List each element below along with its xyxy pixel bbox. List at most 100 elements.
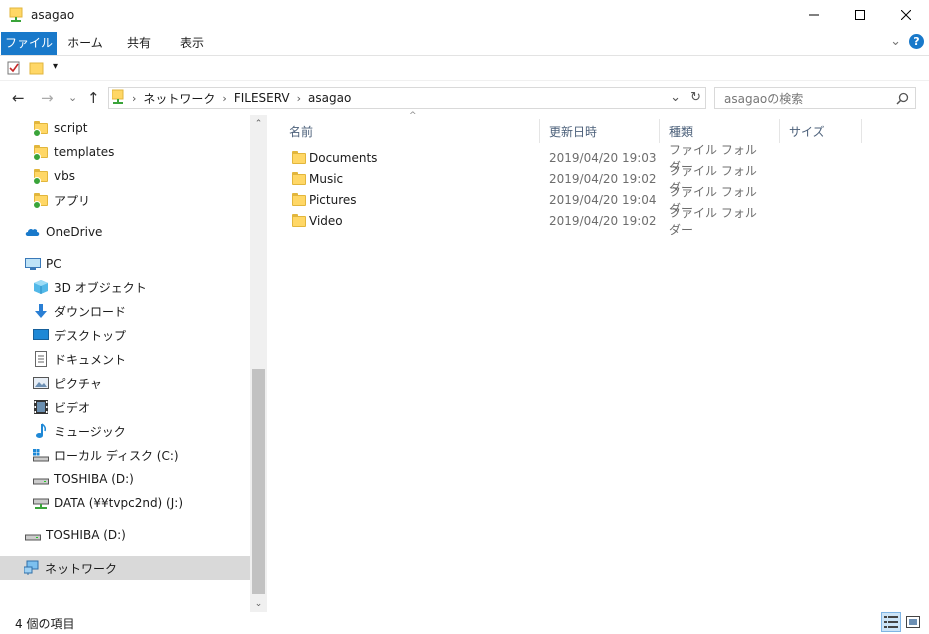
- column-divider[interactable]: [539, 119, 540, 143]
- new-folder-icon[interactable]: [29, 60, 44, 79]
- address-dropdown-icon[interactable]: ⌄: [670, 90, 681, 105]
- folder-icon: [292, 172, 306, 185]
- help-icon[interactable]: ?: [909, 34, 924, 49]
- maximize-icon: [855, 10, 865, 20]
- search-input[interactable]: asagaoの検索: [714, 87, 916, 109]
- picture-icon: [33, 375, 49, 391]
- sort-ascending-icon: ^: [409, 111, 417, 121]
- breadcrumb-fileserv[interactable]: FILESERV: [234, 91, 290, 105]
- disk-icon: [33, 447, 49, 463]
- tree-item-label: ネットワーク: [45, 561, 118, 576]
- tree-item-label: ドキュメント: [54, 352, 127, 367]
- folder-icon: [292, 214, 306, 227]
- folder-sync-icon: [33, 144, 49, 161]
- tree-item-apps[interactable]: アプリ: [33, 189, 90, 211]
- file-name: Documents: [309, 150, 378, 165]
- file-name: Music: [309, 171, 344, 186]
- column-divider[interactable]: [659, 119, 660, 143]
- tree-item-toshiba-d[interactable]: TOSHIBA (D:): [33, 468, 134, 490]
- up-icon[interactable]: ↑: [87, 89, 100, 107]
- tree-item-local-disk-c[interactable]: ローカル ディスク (C:): [33, 444, 179, 466]
- breadcrumb-asagao[interactable]: asagao: [308, 91, 351, 105]
- tree-item-pc[interactable]: PC: [25, 253, 62, 275]
- large-icons-view-button[interactable]: [903, 612, 923, 632]
- details-view-button[interactable]: [881, 612, 901, 632]
- minimize-icon: [809, 14, 819, 16]
- cloud-icon: [25, 224, 41, 240]
- large-icons-view-icon: [906, 616, 920, 628]
- column-header-modified[interactable]: 更新日時: [549, 120, 597, 144]
- forward-icon[interactable]: →: [41, 89, 54, 107]
- pc-icon: [25, 256, 41, 272]
- tree-item-onedrive[interactable]: OneDrive: [25, 221, 102, 243]
- tab-view[interactable]: 表示: [166, 32, 218, 55]
- details-view-icon: [884, 616, 898, 628]
- tree-item-network[interactable]: ネットワーク: [0, 556, 250, 580]
- tree-item-script[interactable]: script: [33, 117, 87, 139]
- tree-item-music[interactable]: ミュージック: [33, 420, 126, 442]
- ribbon-expand-icon[interactable]: ⌄: [890, 34, 901, 49]
- tree-item-label: templates: [54, 145, 115, 159]
- item-count: 4 個の項目: [15, 617, 75, 631]
- tree-item-data-j[interactable]: DATA (¥¥tvpc2nd) (J:): [33, 492, 183, 514]
- breadcrumb-separator[interactable]: ›: [222, 92, 226, 105]
- tree-item-templates[interactable]: templates: [33, 141, 114, 163]
- refresh-icon[interactable]: ↻: [690, 90, 701, 105]
- column-divider[interactable]: [779, 119, 780, 143]
- desktop-icon: [33, 327, 49, 343]
- tree-item-desktop[interactable]: デスクトップ: [33, 324, 126, 346]
- tree-item-label: script: [54, 121, 88, 135]
- breadcrumb-network[interactable]: ネットワーク: [143, 90, 215, 107]
- scroll-up-icon[interactable]: ⌃: [250, 115, 267, 132]
- address-bar[interactable]: › ネットワーク › FILESERV › asagao ⌄ ↻: [108, 87, 706, 109]
- column-header-size[interactable]: サイズ: [789, 120, 825, 144]
- properties-icon[interactable]: [7, 60, 21, 79]
- tree-item-toshiba-d-root[interactable]: TOSHIBA (D:): [25, 524, 126, 546]
- tab-share[interactable]: 共有: [113, 32, 165, 55]
- tree-item-label: 3D オブジェクト: [54, 280, 147, 295]
- navigation-bar: ← → ⌄ ↑ › ネットワーク › FILESERV › asagao ⌄ ↻…: [0, 86, 929, 112]
- tree-item-documents[interactable]: ドキュメント: [33, 348, 126, 370]
- tree-item-label: PC: [46, 257, 62, 271]
- tab-home[interactable]: ホーム: [59, 32, 111, 55]
- file-modified: 2019/04/20 19:02: [549, 213, 657, 228]
- status-bar: 4 個の項目: [0, 612, 929, 634]
- title-bar: asagao: [0, 0, 929, 30]
- back-icon[interactable]: ←: [12, 89, 25, 107]
- close-button[interactable]: [883, 0, 929, 30]
- column-header-name[interactable]: 名前: [289, 120, 313, 144]
- tree-item-vbs[interactable]: vbs: [33, 165, 75, 187]
- video-icon: [33, 399, 49, 415]
- scroll-thumb[interactable]: [252, 369, 265, 594]
- column-divider[interactable]: [861, 119, 862, 143]
- minimize-button[interactable]: [791, 0, 837, 30]
- recent-locations-icon[interactable]: ⌄: [68, 91, 77, 104]
- folder-sync-icon: [33, 120, 49, 137]
- maximize-button[interactable]: [837, 0, 883, 30]
- navpane-scrollbar[interactable]: ⌃ ⌄: [250, 115, 267, 612]
- tree-item-label: デスクトップ: [54, 328, 127, 343]
- file-row-video[interactable]: Video 2019/04/20 19:02 ファイル フォルダー: [290, 206, 760, 237]
- file-modified: 2019/04/20 19:02: [549, 171, 657, 186]
- tree-item-3d-objects[interactable]: 3D オブジェクト: [33, 276, 147, 298]
- tree-item-label: ピクチャ: [54, 376, 102, 391]
- tree-item-label: vbs: [54, 169, 75, 183]
- scroll-down-icon[interactable]: ⌄: [250, 595, 267, 612]
- navigation-pane: script templates vbs アプリ OneDrive PC 3D …: [0, 115, 267, 612]
- tree-item-label: ビデオ: [54, 400, 91, 415]
- folder-sync-icon: [33, 192, 49, 209]
- tree-item-label: TOSHIBA (D:): [46, 528, 126, 542]
- network-folder-icon: [9, 7, 23, 23]
- network-drive-icon: [33, 495, 49, 511]
- breadcrumb-separator[interactable]: ›: [297, 92, 301, 105]
- tree-item-pictures[interactable]: ピクチャ: [33, 372, 102, 394]
- download-icon: [33, 303, 49, 319]
- file-name: Video: [309, 213, 343, 228]
- search-icon[interactable]: [896, 92, 909, 105]
- tab-file[interactable]: ファイル: [1, 32, 57, 55]
- qat-dropdown-icon[interactable]: ▾: [53, 61, 58, 72]
- file-list: ^ 名前 更新日時 種類 サイズ Documents 2019/04/20 19…: [276, 111, 929, 612]
- tree-item-videos[interactable]: ビデオ: [33, 396, 90, 418]
- tree-item-downloads[interactable]: ダウンロード: [33, 300, 126, 322]
- tree-item-label: TOSHIBA (D:): [54, 472, 134, 486]
